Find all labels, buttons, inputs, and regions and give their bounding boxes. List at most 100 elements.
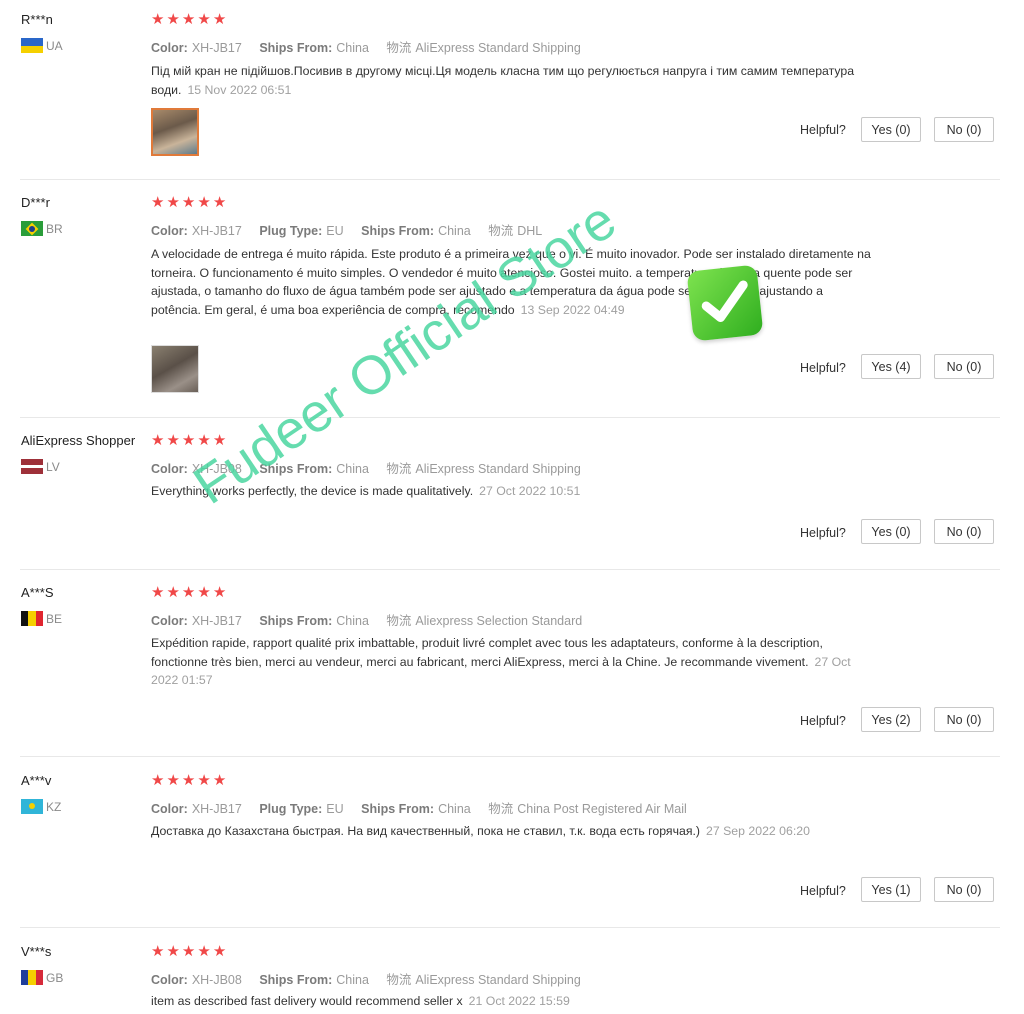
attr-key: Color: bbox=[151, 802, 188, 816]
review-date: 13 Sep 2022 04:49 bbox=[520, 302, 625, 317]
star-icon: ★ bbox=[212, 584, 227, 601]
attr-value: XH-JB08 bbox=[191, 462, 242, 476]
reviewer-country: BE bbox=[21, 611, 62, 626]
star-rating: ★ ★ ★ ★ ★ bbox=[151, 584, 227, 601]
star-icon: ★ bbox=[197, 11, 211, 28]
review-date: 27 Oct 2022 10:51 bbox=[479, 484, 581, 498]
star-icon: ★ bbox=[151, 11, 165, 28]
reviewer-country: KZ bbox=[21, 799, 61, 814]
review-content: Доставка до Казахстана быстрая. На вид к… bbox=[151, 824, 701, 838]
star-icon: ★ bbox=[151, 584, 165, 601]
reviewer-name: A***S bbox=[21, 585, 54, 600]
review-date: 15 Nov 2022 06:51 bbox=[187, 82, 292, 97]
reviewer-country: GB bbox=[21, 970, 63, 985]
review-photo-thumbnail[interactable] bbox=[151, 108, 199, 156]
attr-value: XH-JB17 bbox=[191, 224, 242, 238]
attr-value: EU bbox=[326, 802, 344, 816]
attr-key: Ships From: bbox=[259, 41, 333, 55]
shipping-key: 物流 bbox=[386, 614, 412, 628]
star-icon: ★ bbox=[212, 943, 227, 960]
attr-value: China bbox=[336, 614, 369, 628]
shipping-key: 物流 bbox=[386, 462, 412, 476]
helpful-label: Helpful? bbox=[800, 361, 846, 375]
attr-key: Color: bbox=[151, 973, 188, 987]
shipping-method: Aliexpress Selection Standard bbox=[415, 614, 583, 628]
attr-key: Ships From: bbox=[361, 802, 435, 816]
helpful-no-button[interactable]: No (0) bbox=[934, 707, 994, 732]
flag-br-icon bbox=[21, 221, 43, 236]
star-icon: ★ bbox=[181, 11, 196, 28]
attr-value: China bbox=[336, 462, 369, 476]
attr-key: Ships From: bbox=[259, 614, 333, 628]
star-icon: ★ bbox=[151, 943, 165, 960]
star-icon: ★ bbox=[181, 772, 196, 789]
shipping-key: 物流 bbox=[488, 224, 514, 238]
shipping-method: China Post Registered Air Mail bbox=[517, 802, 687, 816]
star-icon: ★ bbox=[166, 432, 180, 449]
star-icon: ★ bbox=[166, 943, 180, 960]
attr-key: Plug Type: bbox=[259, 224, 323, 238]
helpful-no-button[interactable]: No (0) bbox=[934, 877, 994, 902]
flag-kz-icon bbox=[21, 799, 43, 814]
star-icon: ★ bbox=[151, 772, 165, 789]
order-info: Color: XH-JB08 Ships From: China 物流 AliExpr… bbox=[151, 458, 581, 477]
helpful-yes-button[interactable]: Yes (0) bbox=[861, 519, 921, 544]
attr-value: XH-JB17 bbox=[191, 41, 242, 55]
attr-key: Color: bbox=[151, 224, 188, 238]
star-rating: ★ ★ ★ ★ ★ bbox=[151, 772, 226, 789]
reviewer-country: LV bbox=[21, 459, 60, 474]
review-date: 21 Oct 2022 15:59 bbox=[468, 994, 570, 1008]
star-icon: ★ bbox=[197, 584, 211, 601]
review-item: AliExpress Shopper LV ★ ★ ★ ★ ★ Color: XH-JB0… bbox=[0, 433, 1000, 570]
country-code: BE bbox=[46, 611, 63, 626]
star-icon: ★ bbox=[197, 772, 211, 789]
shipping-method: AliExpress Standard Shipping bbox=[415, 973, 581, 987]
review-item: R***n UA ★ ★ ★ ★ ★ Color: XH-JB17 Ships From:… bbox=[0, 12, 1000, 180]
helpful-label: Helpful? bbox=[800, 526, 846, 540]
review-photo-thumbnail[interactable] bbox=[151, 345, 199, 393]
divider bbox=[20, 756, 1000, 757]
order-info: Color: XH-JB17 Ships From: China 物流 AliExpr… bbox=[151, 37, 581, 56]
review-text: Доставка до Казахстана быстрая. На вид к… bbox=[151, 822, 871, 841]
review-content: Everything works perfectly, the device i… bbox=[151, 484, 474, 498]
star-icon: ★ bbox=[197, 194, 211, 211]
star-icon: ★ bbox=[166, 194, 180, 211]
attr-value: China bbox=[336, 41, 369, 55]
reviewer-name: V***s bbox=[21, 944, 52, 959]
helpful-no-button[interactable]: No (0) bbox=[934, 519, 994, 544]
check-mark-icon bbox=[686, 264, 764, 342]
flag-be-icon bbox=[21, 611, 43, 626]
helpful-label: Helpful? bbox=[800, 884, 846, 898]
attr-value: China bbox=[438, 224, 471, 238]
review-date: 27 Sep 2022 06:20 bbox=[706, 824, 810, 838]
country-code: KZ bbox=[46, 799, 62, 814]
helpful-no-button[interactable]: No (0) bbox=[934, 354, 994, 379]
attr-value: XH-JB17 bbox=[191, 614, 242, 628]
flag-ad-icon bbox=[21, 970, 43, 985]
reviewer-country: UA bbox=[21, 38, 63, 53]
helpful-no-button[interactable]: No (0) bbox=[934, 117, 994, 142]
review-text: A velocidade de entrega é muito rápida. … bbox=[151, 245, 871, 319]
star-icon: ★ bbox=[166, 772, 180, 789]
shipping-method: DHL bbox=[517, 224, 543, 238]
review-content: item as described fast delivery would re… bbox=[151, 994, 463, 1008]
attr-key: Color: bbox=[151, 462, 188, 476]
helpful-yes-button[interactable]: Yes (0) bbox=[861, 117, 921, 142]
star-icon: ★ bbox=[181, 194, 196, 211]
divider bbox=[20, 569, 1000, 570]
divider bbox=[20, 417, 1000, 418]
country-code: BR bbox=[46, 221, 63, 236]
shipping-method: AliExpress Standard Shipping bbox=[415, 462, 581, 476]
shipping-key: 物流 bbox=[488, 802, 514, 816]
country-code: GB bbox=[46, 970, 64, 985]
order-info: Color: XH-JB17 Ships From: China 物流 Aliexpr… bbox=[151, 610, 582, 629]
star-icon: ★ bbox=[212, 432, 227, 449]
shipping-key: 物流 bbox=[386, 973, 412, 987]
helpful-label: Helpful? bbox=[800, 123, 846, 137]
helpful-yes-button[interactable]: Yes (1) bbox=[861, 877, 921, 902]
attr-value: China bbox=[336, 973, 369, 987]
helpful-yes-button[interactable]: Yes (4) bbox=[861, 354, 921, 379]
review-text: Everything works perfectly, the device i… bbox=[151, 482, 871, 501]
helpful-yes-button[interactable]: Yes (2) bbox=[861, 707, 921, 732]
flag-lv-icon bbox=[21, 459, 43, 474]
